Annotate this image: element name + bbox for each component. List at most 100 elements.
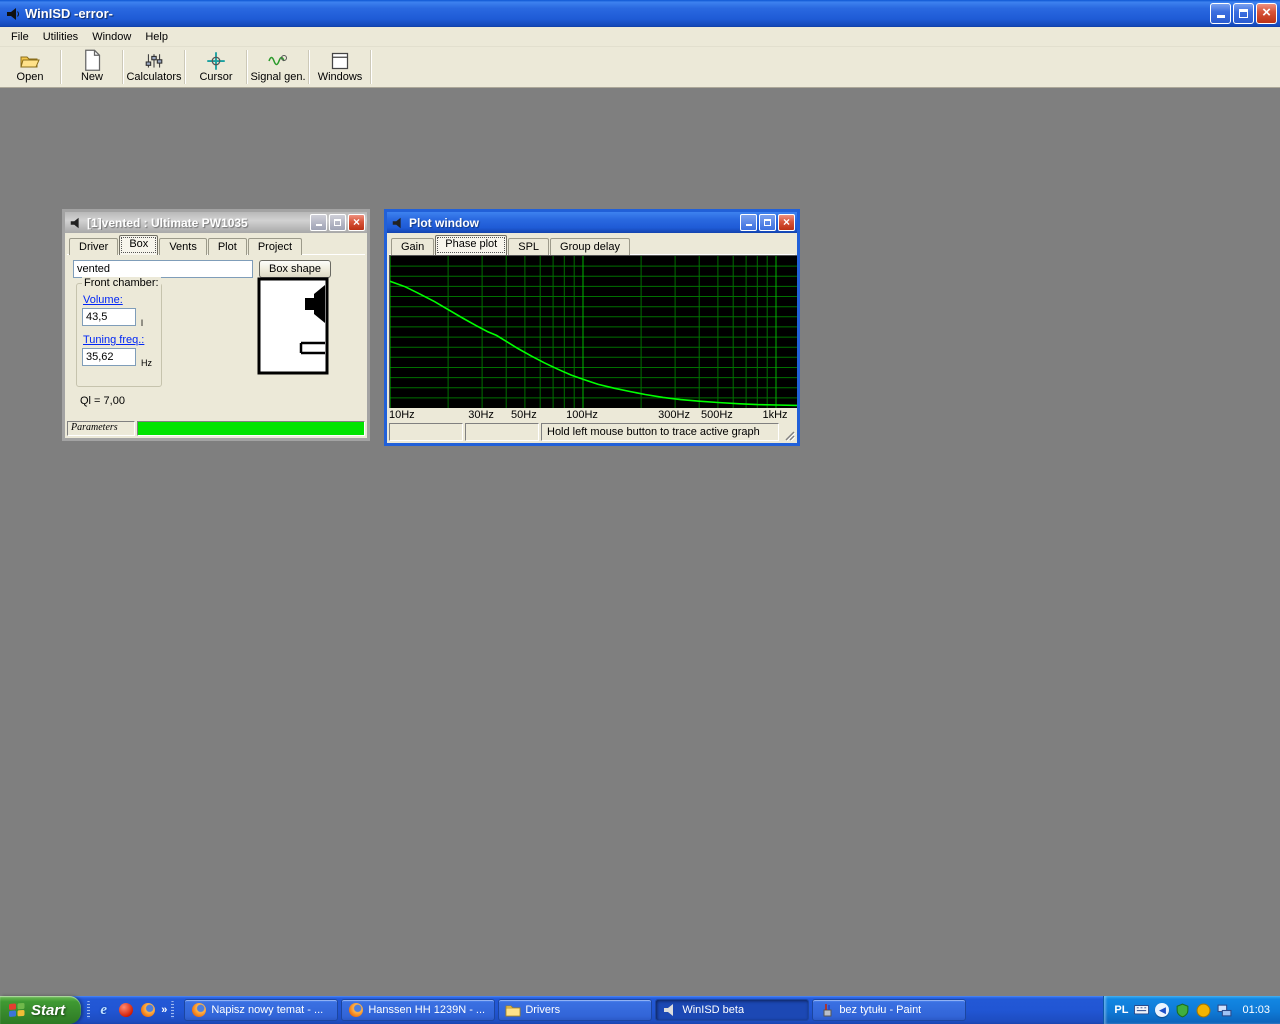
close-button[interactable]: × (1256, 3, 1277, 24)
minimize-button[interactable] (310, 214, 327, 231)
project-statusbar: Parameters (67, 421, 365, 436)
close-button[interactable]: × (348, 214, 365, 231)
maximize-button[interactable] (329, 214, 346, 231)
maximize-icon (1239, 9, 1248, 18)
phase-plot-area[interactable] (389, 255, 797, 408)
window-title: WinISD -error- (25, 6, 1206, 21)
frequency-axis-labels: 10Hz30Hz50Hz100Hz300Hz500Hz1kHz (389, 408, 795, 421)
new-button[interactable]: New (64, 47, 120, 87)
project-window-body: Driver Box Vents Plot Project Box shape … (65, 233, 367, 438)
maximize-button[interactable] (1233, 3, 1254, 24)
tuning-freq-link[interactable]: Tuning freq.: (83, 334, 144, 346)
toolbar-separator (246, 50, 248, 84)
toolbar-separator (184, 50, 186, 84)
media-player-icon[interactable] (117, 1002, 134, 1019)
calculators-button[interactable]: Calculators (126, 47, 182, 87)
plot-statusbar: Hold left mouse button to trace active g… (389, 423, 795, 441)
taskbar-handle[interactable] (171, 1001, 174, 1019)
signal-gen-button[interactable]: Signal gen. (250, 47, 306, 87)
minimize-button[interactable] (1210, 3, 1231, 24)
x-tick-label: 300Hz (658, 409, 690, 421)
box-type-input[interactable] (73, 260, 253, 278)
project-window-title: [1]vented : Ultimate PW1035 (87, 216, 306, 230)
winisd-main-window: WinISD -error- × File Utilities Window H… (0, 0, 1280, 996)
tab-project[interactable]: Project (248, 238, 302, 255)
tab-group-delay[interactable]: Group delay (550, 238, 630, 255)
resize-grip[interactable] (781, 423, 795, 441)
task-napisz-nowy-temat[interactable]: Napisz nowy temat - ... (184, 999, 338, 1021)
tuning-freq-input[interactable] (82, 348, 136, 366)
winisd-icon (662, 1002, 678, 1018)
tab-box[interactable]: Box (119, 235, 158, 255)
start-button[interactable]: Start (0, 996, 81, 1024)
hide-icons-chevron[interactable]: ◀ (1155, 1003, 1169, 1017)
maximize-button[interactable] (759, 214, 776, 231)
toolbar-separator (308, 50, 310, 84)
menu-window[interactable]: Window (85, 29, 138, 45)
cursor-button[interactable]: Cursor (188, 47, 244, 87)
tab-spl[interactable]: SPL (508, 238, 549, 255)
parameters-progressbar (137, 421, 365, 436)
tab-driver[interactable]: Driver (69, 238, 118, 255)
open-button[interactable]: Open (2, 47, 58, 87)
volume-link[interactable]: Volume: (83, 294, 123, 306)
language-indicator[interactable]: PL (1114, 1004, 1128, 1016)
tab-gain[interactable]: Gain (391, 238, 434, 255)
toolbar-label: Open (17, 71, 44, 83)
x-tick-label: 10Hz (389, 409, 415, 421)
tray-shield-icon[interactable] (1175, 1003, 1190, 1018)
statusbar-panel-1 (389, 423, 463, 441)
minimize-icon (1217, 9, 1225, 18)
overflow-chevron-icon[interactable]: » (161, 1004, 166, 1016)
close-icon: × (783, 216, 790, 228)
task-winisd-beta[interactable]: WinISD beta (655, 999, 809, 1021)
firefox-icon (348, 1002, 364, 1018)
paint-icon (819, 1002, 835, 1018)
x-tick-label: 1kHz (762, 409, 787, 421)
menu-file[interactable]: File (4, 29, 36, 45)
open-folder-icon (20, 52, 40, 70)
phase-plot-canvas[interactable] (390, 256, 797, 408)
plot-titlebar: Plot window × (387, 212, 797, 233)
parameters-panel: Parameters (67, 421, 135, 436)
task-hanssen[interactable]: Hanssen HH 1239N - ... (341, 999, 495, 1021)
front-chamber-legend: Front chamber: (82, 277, 161, 289)
volume-input[interactable] (82, 308, 136, 326)
ie-icon[interactable]: e (95, 1002, 112, 1019)
quick-launch-handle[interactable] (87, 1001, 90, 1019)
task-drivers-folder[interactable]: Drivers (498, 999, 652, 1021)
x-tick-label: 50Hz (511, 409, 537, 421)
signal-generator-icon (268, 52, 288, 70)
toolbar-separator (60, 50, 62, 84)
minimize-button[interactable] (740, 214, 757, 231)
ql-value-label: Ql = 7,00 (80, 395, 125, 407)
tab-vents[interactable]: Vents (159, 238, 207, 255)
task-paint[interactable]: bez tytułu - Paint (812, 999, 966, 1021)
close-button[interactable]: × (778, 214, 795, 231)
firefox-icon[interactable] (139, 1002, 156, 1019)
project-window: [1]vented : Ultimate PW1035 × Driver Box… (62, 209, 370, 441)
tab-phase-plot[interactable]: Phase plot (435, 235, 507, 255)
toolbar-label: Cursor (199, 71, 232, 83)
menu-utilities[interactable]: Utilities (36, 29, 85, 45)
statusbar-hint: Hold left mouse button to trace active g… (541, 423, 779, 441)
phase-curve (390, 281, 797, 405)
quick-launch: e » (81, 1001, 180, 1019)
windows-button[interactable]: Windows (312, 47, 368, 87)
tab-plot[interactable]: Plot (208, 238, 247, 255)
windows-logo-icon (8, 1002, 26, 1018)
plot-tab-strip: Gain Phase plot SPL Group delay (389, 235, 795, 255)
toolbar-label: New (81, 71, 103, 83)
box-shape-button[interactable]: Box shape (259, 260, 331, 278)
taskbar: Start e » Napisz nowy temat - ... Hansse… (0, 996, 1280, 1024)
tuning-unit-label: Hz (141, 358, 152, 368)
keyboard-icon[interactable] (1134, 1003, 1149, 1018)
tray-update-icon[interactable] (1196, 1003, 1211, 1018)
main-titlebar: WinISD -error- × (0, 0, 1280, 27)
clock: 01:03 (1242, 1004, 1270, 1016)
x-tick-label: 500Hz (701, 409, 733, 421)
menu-help[interactable]: Help (138, 29, 175, 45)
tray-network-icon[interactable] (1217, 1003, 1232, 1018)
desktop: WinISD -error- × File Utilities Window H… (0, 0, 1280, 1024)
folder-icon (505, 1002, 521, 1018)
